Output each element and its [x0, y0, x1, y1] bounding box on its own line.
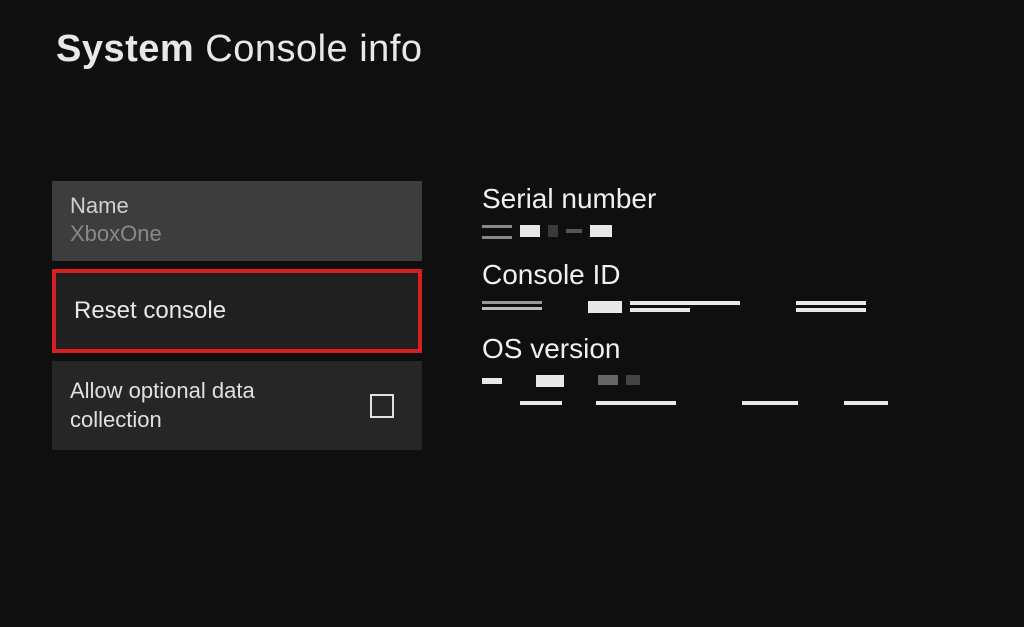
reset-console-label: Reset console — [74, 297, 226, 325]
reset-console-button[interactable]: Reset console — [52, 269, 422, 353]
console-name-label: Name — [70, 193, 129, 219]
console-id-block: Console ID — [482, 259, 888, 319]
console-name-card[interactable]: Name XboxOne — [52, 181, 422, 261]
console-id-value-redacted — [482, 301, 888, 313]
page-header: System Console info — [0, 0, 1024, 71]
content-area: Name XboxOne Reset console Allow optiona… — [0, 181, 1024, 450]
os-version-value-redacted-line2 — [482, 401, 888, 405]
left-options-panel: Name XboxOne Reset console Allow optiona… — [52, 181, 422, 450]
os-version-label: OS version — [482, 333, 888, 365]
header-section: System — [56, 28, 194, 70]
optional-data-checkbox[interactable] — [370, 394, 394, 418]
optional-data-label: Allow optional data collection — [70, 377, 330, 434]
console-id-label: Console ID — [482, 259, 888, 291]
serial-number-label: Serial number — [482, 183, 888, 215]
page-title: System Console info — [56, 28, 1024, 71]
serial-number-value-redacted — [482, 225, 888, 239]
header-page: Console info — [205, 28, 422, 70]
os-version-value-redacted-line1 — [482, 375, 888, 387]
console-name-value: XboxOne — [70, 221, 162, 247]
serial-number-block: Serial number — [482, 183, 888, 245]
os-version-block: OS version — [482, 333, 888, 411]
right-info-panel: Serial number Console ID OS version — [482, 181, 888, 450]
optional-data-collection-toggle[interactable]: Allow optional data collection — [52, 361, 422, 450]
